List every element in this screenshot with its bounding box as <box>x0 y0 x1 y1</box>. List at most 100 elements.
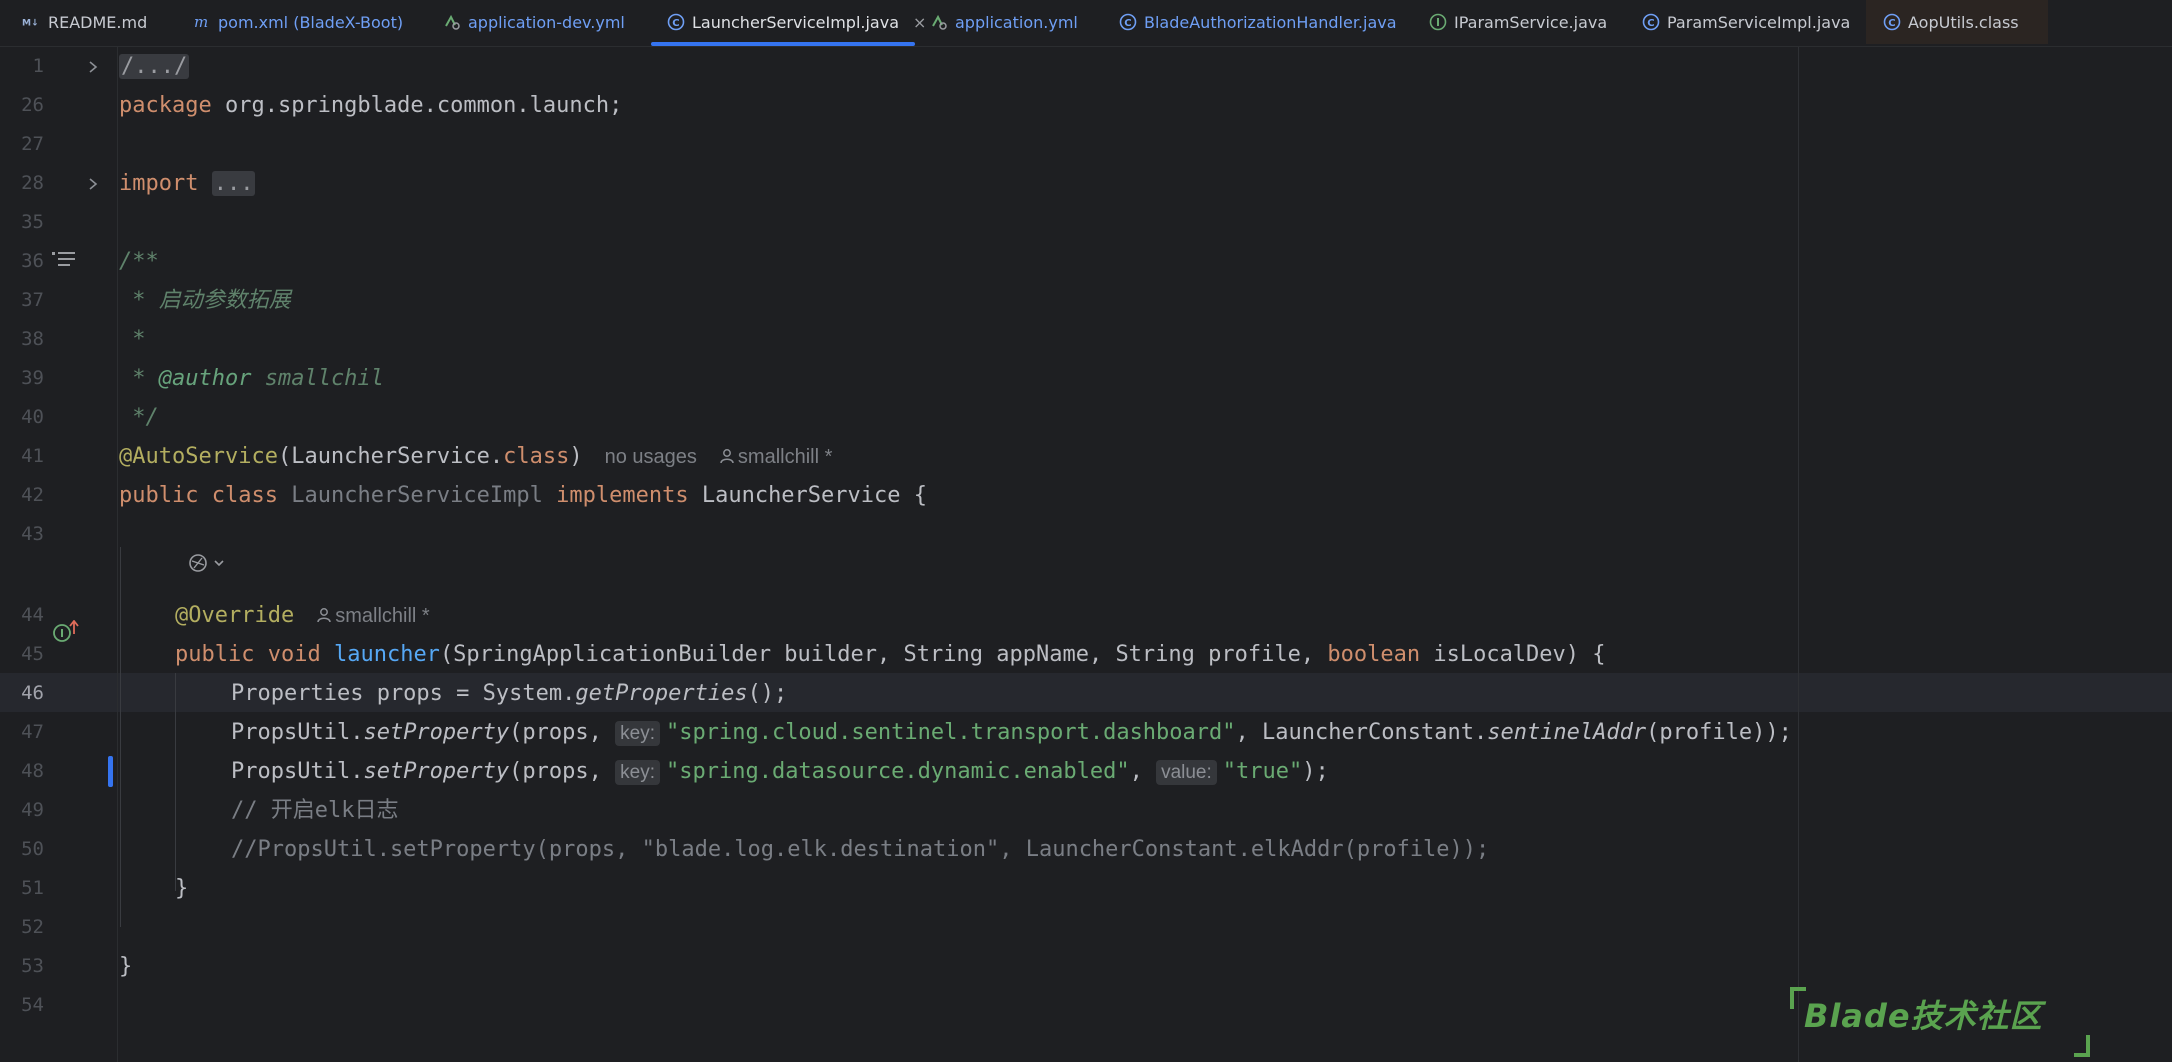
tab-application-yml[interactable]: application.yml <box>929 0 1078 44</box>
code-line-53[interactable]: } <box>119 947 132 986</box>
folded-imports[interactable]: ... <box>211 171 256 196</box>
tab-label: application.yml <box>955 12 1078 32</box>
code-line-28[interactable]: import ... <box>119 164 256 203</box>
code-line-47[interactable]: PropsUtil.setProperty(props, key: "spring… <box>231 713 1792 752</box>
tab-pom-xml[interactable]: m pom.xml (BladeX-Boot) <box>192 0 403 44</box>
active-tab-indicator <box>651 42 915 46</box>
folded-region[interactable]: /.../ <box>119 54 190 79</box>
static-method: getProperties <box>575 681 748 706</box>
render-doc-icon[interactable] <box>52 250 76 272</box>
static-method: sentinelAddr <box>1487 720 1647 745</box>
code-text: (SpringApplicationBuilder builder, Strin… <box>439 642 1328 667</box>
parameter-hint: key: <box>615 721 660 746</box>
svg-text:C: C <box>1888 18 1895 29</box>
line-number: 39 <box>21 367 44 389</box>
parameter-hint: key: <box>615 760 660 785</box>
keyword: public <box>119 483 199 508</box>
code-line-1[interactable]: /.../ <box>119 47 190 86</box>
code-text: isLocalDev) { <box>1420 642 1606 667</box>
keyword: package <box>119 93 212 118</box>
code-text: (props, <box>509 759 616 784</box>
class-icon: C <box>1641 12 1661 32</box>
code-text: (LauncherService. <box>277 444 504 469</box>
tab-iparam-service[interactable]: IParamService.java <box>1428 0 1607 44</box>
tab-label: pom.xml (BladeX-Boot) <box>218 12 404 32</box>
parameter-hint: value: <box>1156 760 1217 785</box>
tab-application-dev-yml[interactable]: application-dev.yml <box>442 0 625 44</box>
code-line-49[interactable]: // 开启elk日志 <box>231 791 398 830</box>
maven-icon: m <box>192 12 212 32</box>
annotation: @Override <box>175 603 295 628</box>
class-name: LauncherServiceImpl <box>291 483 543 508</box>
code-line-26[interactable]: package org.springblade.common.launch; <box>119 86 622 125</box>
code-line-48[interactable]: PropsUtil.setProperty(props, key: "spring… <box>231 752 1329 791</box>
close-icon[interactable]: × <box>913 13 926 32</box>
code-line-36[interactable]: /** <box>119 242 159 281</box>
svg-text:C: C <box>1647 18 1654 29</box>
code-line-39[interactable]: * @author smallchil <box>119 359 384 398</box>
author-inlay[interactable]: smallchill * <box>316 605 430 627</box>
interface-icon <box>1428 12 1448 32</box>
code-text: Properties props = System. <box>231 681 576 706</box>
code-line-44[interactable]: @Override smallchill * <box>175 596 430 635</box>
code-line-40[interactable]: */ <box>119 398 159 437</box>
vcs-modified-marker[interactable] <box>108 756 113 787</box>
svg-text:m: m <box>194 13 208 31</box>
code-line-41[interactable]: @AutoService(LauncherService.class) no us… <box>119 437 832 476</box>
annotation: @AutoService <box>119 444 278 469</box>
gutter-separator <box>117 47 118 1062</box>
tab-readme[interactable]: M↓ README.md <box>22 0 147 44</box>
code-line-42[interactable]: public class LauncherServiceImpl impleme… <box>119 476 927 515</box>
keyword: void <box>267 642 321 667</box>
line-number: 45 <box>21 643 44 665</box>
code-text: (); <box>747 681 788 706</box>
watermark: Blade技术社区 <box>1790 987 2090 1057</box>
static-method: setProperty <box>363 759 510 784</box>
tab-launcher-service-impl[interactable]: C LauncherServiceImpl.java × <box>666 0 926 44</box>
code-editor[interactable]: 1 26 27 28 35 36 37 38 39 40 41 42 43 44… <box>0 47 2172 1062</box>
yaml-icon <box>442 12 462 32</box>
fold-expand-icon[interactable] <box>86 60 100 74</box>
usages-inlay[interactable]: no usages <box>605 446 697 468</box>
author-inlay[interactable]: smallchill * <box>719 446 832 468</box>
fold-expand-icon[interactable] <box>86 177 100 191</box>
static-method: setProperty <box>363 720 510 745</box>
tab-label: README.md <box>48 12 148 32</box>
author-name: smallchill * <box>335 605 430 627</box>
ai-assist-icon[interactable] <box>186 551 228 575</box>
code-line-37[interactable]: * 启动参数拓展 <box>119 281 291 320</box>
code-line-46[interactable]: Properties props = System.getProperties(… <box>231 674 787 713</box>
code-text: LauncherService { <box>688 483 928 508</box>
line-number: 41 <box>21 445 44 467</box>
code-line-51[interactable]: } <box>175 869 188 908</box>
package-name: org.springblade.common.launch; <box>211 93 623 118</box>
keyword: class <box>503 444 570 469</box>
tab-label: IParamService.java <box>1454 12 1608 32</box>
line-number: 44 <box>21 604 44 626</box>
code-text: PropsUtil. <box>231 759 364 784</box>
doc-comment: * <box>119 366 159 391</box>
line-number: 37 <box>21 289 44 311</box>
class-icon: C <box>1118 12 1138 32</box>
class-icon: C <box>1882 12 1902 32</box>
markdown-icon: M↓ <box>22 12 42 32</box>
author-name: smallchill * <box>737 446 833 468</box>
line-number: 36 <box>21 250 44 272</box>
indent-guide <box>175 673 176 891</box>
code-text: PropsUtil. <box>231 720 364 745</box>
keyword: import <box>119 171 199 196</box>
string-literal: "true" <box>1222 759 1303 784</box>
code-line-45[interactable]: public void launcher(SpringApplicationBu… <box>175 635 1606 674</box>
tab-blade-authorization-handler[interactable]: C BladeAuthorizationHandler.java <box>1118 0 1397 44</box>
code-line-38[interactable]: * <box>119 320 145 359</box>
code-line-50[interactable]: //PropsUtil.setProperty(props, "blade.lo… <box>231 830 1489 869</box>
line-number: 35 <box>21 211 44 233</box>
tab-param-service-impl[interactable]: C ParamServiceImpl.java <box>1641 0 1850 44</box>
keyword: class <box>211 483 278 508</box>
svg-text:M↓: M↓ <box>22 19 39 29</box>
doc-tag: @author <box>158 366 252 391</box>
implements-method-icon[interactable] <box>52 620 80 644</box>
tab-aop-utils[interactable]: C AopUtils.class <box>1866 0 2048 44</box>
keyword: boolean <box>1327 642 1421 667</box>
line-number: 28 <box>21 172 44 194</box>
